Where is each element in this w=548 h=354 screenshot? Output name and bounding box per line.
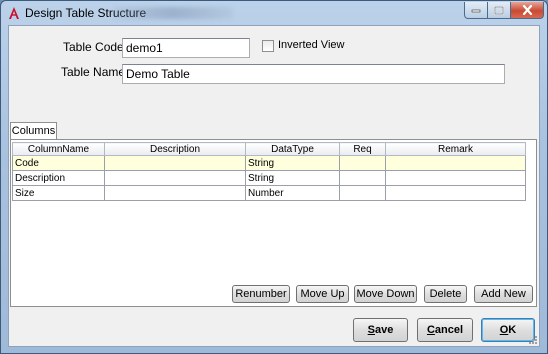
grid-cell[interactable]	[385, 185, 526, 201]
table-code-label: Table Code	[63, 40, 124, 54]
column-header[interactable]: ColumnName	[12, 142, 105, 156]
save-button[interactable]: Save	[353, 318, 408, 342]
grid-cell[interactable]: Description	[12, 170, 105, 186]
table-row[interactable]: Code String	[12, 155, 526, 171]
save-mnemonic: S	[367, 324, 375, 336]
inverted-view-label: Inverted View	[278, 39, 345, 51]
close-icon	[522, 5, 532, 15]
grid-cell[interactable]	[104, 170, 246, 186]
maximize-icon	[494, 5, 504, 15]
save-label: ave	[374, 324, 394, 336]
grid-cell[interactable]	[385, 170, 526, 186]
column-header[interactable]: Description	[104, 142, 246, 156]
ok-label: K	[508, 324, 517, 336]
grid-cell[interactable]	[339, 155, 386, 171]
column-header[interactable]: Req	[339, 142, 386, 156]
grid-cell[interactable]: String	[245, 170, 340, 186]
column-header[interactable]: Remark	[385, 142, 526, 156]
table-row[interactable]: Description String	[12, 170, 526, 186]
dialog-window: Design Table Structure Table Code demo1 …	[0, 0, 548, 354]
grid-cell[interactable]: Size	[12, 185, 105, 201]
minimize-icon	[471, 9, 481, 13]
renumber-button[interactable]: Renumber	[232, 285, 290, 303]
grid-header-row: ColumnName Description DataType Req Rema…	[12, 142, 526, 156]
grid-cell[interactable]	[339, 170, 386, 186]
grid-cell[interactable]: Number	[245, 185, 340, 201]
dialog-body: Table Code demo1 Inverted View Table Nam…	[8, 25, 540, 347]
columns-panel: ColumnName Description DataType Req Rema…	[10, 139, 537, 307]
move-up-button[interactable]: Move Up	[296, 285, 349, 303]
grid-cell[interactable]	[104, 155, 246, 171]
table-name-label: Table Name	[61, 65, 126, 79]
ok-mnemonic: O	[499, 324, 509, 336]
resize-grip-icon[interactable]	[527, 334, 537, 344]
table-name-input[interactable]: Demo Table	[122, 64, 505, 84]
tab-columns[interactable]: Columns	[10, 122, 57, 140]
column-header[interactable]: DataType	[245, 142, 340, 156]
cancel-mnemonic: C	[426, 324, 435, 336]
table-code-input[interactable]: demo1	[122, 38, 250, 58]
grid-cell[interactable]	[385, 155, 526, 171]
title-bar-background	[113, 7, 233, 19]
close-window-button[interactable]	[510, 2, 544, 19]
table-row[interactable]: Size Number	[12, 185, 526, 201]
minimize-button[interactable]	[464, 2, 488, 19]
cancel-button[interactable]: Cancel	[417, 318, 473, 342]
title-bar[interactable]: Design Table Structure	[1, 1, 547, 25]
delete-button[interactable]: Delete	[424, 285, 467, 303]
grid-cell[interactable]	[104, 185, 246, 201]
autocad-a-icon	[6, 5, 22, 21]
cancel-label: ancel	[434, 324, 464, 336]
grid-cell[interactable]	[339, 185, 386, 201]
columns-grid: ColumnName Description DataType Req Rema…	[12, 142, 526, 201]
inverted-view-checkbox[interactable]	[262, 40, 274, 52]
grid-cell[interactable]: String	[245, 155, 340, 171]
add-new-button[interactable]: Add New	[474, 285, 533, 303]
maximize-button[interactable]	[487, 2, 511, 19]
move-down-button[interactable]: Move Down	[354, 285, 417, 303]
grid-cell[interactable]: Code	[12, 155, 105, 171]
